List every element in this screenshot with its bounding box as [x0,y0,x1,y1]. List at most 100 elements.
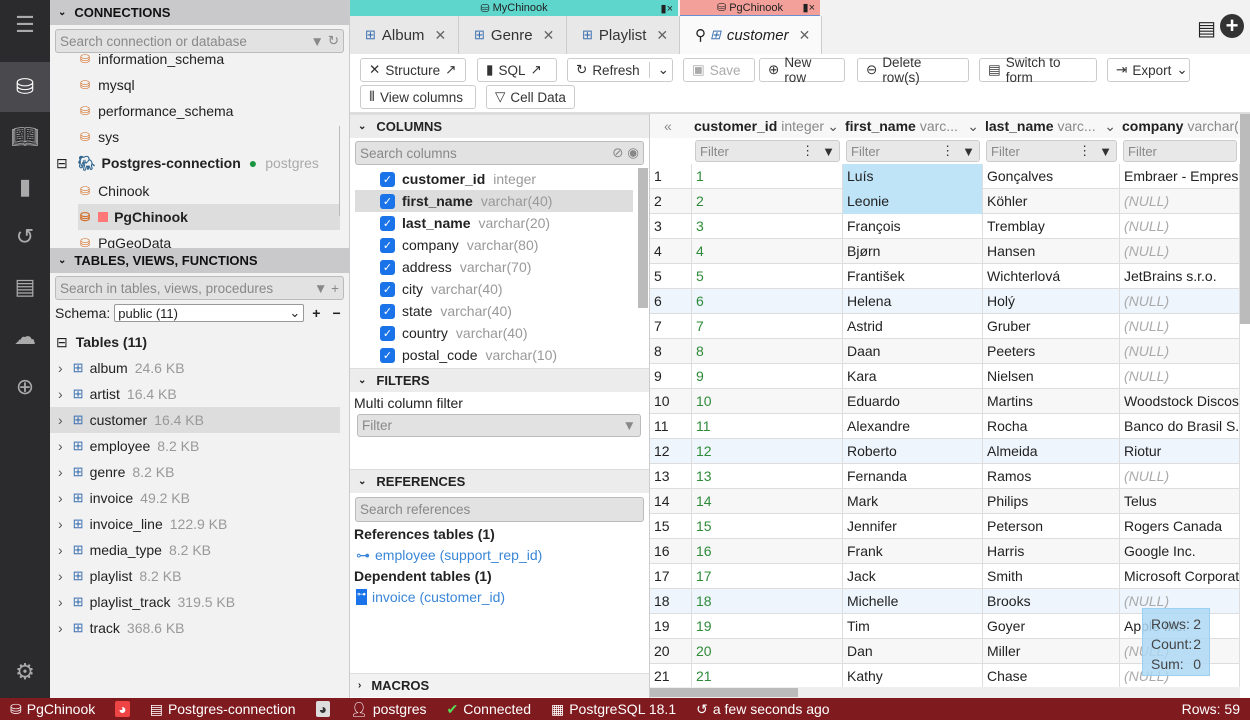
dependent-link[interactable]: ⊶invoice (customer_id) [356,589,505,605]
add-schema-icon[interactable]: + [312,305,320,321]
column-item[interactable]: ✓cityvarchar(40) [355,278,633,300]
table-cell[interactable]: 11 [692,414,843,439]
tab-album[interactable]: ⊞Album✕ [350,16,459,54]
table-cell[interactable]: 3 [692,214,843,239]
column-item[interactable]: ✓first_namevarchar(40) [355,190,633,212]
table-cell[interactable]: Daan [843,339,983,364]
macros-header[interactable]: ›MACROS [350,673,649,697]
pin-icon[interactable]: ⚲ [695,26,706,44]
table-cell[interactable]: Tremblay [983,214,1120,239]
table-cell[interactable]: Gonçalves [983,164,1120,189]
file-icon[interactable]: ▮ [0,162,50,212]
table-cell[interactable]: Harris [983,539,1120,564]
table-item[interactable]: ›⊞customer16.4 KB [50,407,340,433]
sort-menu-icon[interactable]: ⌄ [1104,118,1116,135]
table-cell[interactable]: Holý [983,289,1120,314]
table-cell[interactable]: 12 [692,439,843,464]
column-item[interactable]: ✓statevarchar(40) [355,300,633,322]
table-row[interactable]: 33FrançoisTremblay(NULL) [650,214,1240,239]
more-icon[interactable]: ⋮ [941,143,954,159]
table-row[interactable]: 44BjørnHansen(NULL) [650,239,1240,264]
expand-icon[interactable]: › [58,412,63,428]
collapse-panel-icon[interactable]: « [664,114,672,138]
remove-schema-icon[interactable]: − [332,305,340,321]
connections-header[interactable]: ⌄CONNECTIONS [50,0,349,25]
column-checkbox[interactable]: ✓ [380,216,395,231]
table-cell[interactable]: Rocha [983,414,1120,439]
table-cell[interactable]: Embraer - Empresa [1120,164,1240,189]
table-cell[interactable]: Luís [843,164,983,189]
column-item[interactable]: ✓postal_codevarchar(10) [355,344,633,366]
tables-group[interactable]: ⊟Tables (11) [50,329,340,355]
table-cell[interactable]: Goyer [983,614,1120,639]
table-cell[interactable]: JetBrains s.r.o. [1120,264,1240,289]
filter-icon[interactable]: ▼ [1099,144,1112,159]
table-cell[interactable]: Martins [983,389,1120,414]
expand-icon[interactable]: › [58,516,63,532]
table-cell[interactable]: 2 [692,189,843,214]
table-cell[interactable]: Rogers Canada [1120,514,1240,539]
more-icon[interactable]: ⋮ [1078,143,1091,159]
switch-to-form-button[interactable]: ▤Switch to form [979,58,1097,82]
new-tab-icon[interactable]: + [1220,14,1244,38]
db-color-icon[interactable]: ◕ [115,701,129,717]
table-row[interactable]: 88DaanPeeters(NULL) [650,339,1240,364]
refresh-icon[interactable]: ↻ [328,33,339,49]
expand-icon[interactable]: › [58,542,63,558]
vertical-scrollbar[interactable] [1240,114,1250,324]
references-header[interactable]: ⌄REFERENCES [350,469,649,493]
new-row-button[interactable]: ⊕New row [759,58,845,82]
table-cell[interactable]: (NULL) [1120,289,1240,314]
add-icon[interactable]: ⊕ [0,362,50,412]
export-button[interactable]: ⇥Export⌄ [1107,58,1190,82]
table-item[interactable]: ›⊞album24.6 KB [50,355,340,381]
expand-icon[interactable]: › [58,386,63,402]
tab-customer[interactable]: ⚲⊞customer✕ [680,16,822,54]
table-row[interactable]: 1212RobertoAlmeidaRiotur [650,439,1240,464]
column-item[interactable]: ✓addressvarchar(70) [355,256,633,278]
tree-item-db[interactable]: ⛁information_schema [50,54,340,72]
tables-header[interactable]: ⌄TABLES, VIEWS, FUNCTIONS [50,248,350,273]
table-item[interactable]: ›⊞invoice_line122.9 KB [50,511,340,537]
table-item[interactable]: ›⊞playlist_track319.5 KB [50,589,340,615]
table-cell[interactable]: Smith [983,564,1120,589]
table-cell[interactable]: Miller [983,639,1120,664]
column-filter-input[interactable]: Filter⋮▼ [846,138,980,164]
table-cell[interactable]: Fernanda [843,464,983,489]
table-cell[interactable]: Helena [843,289,983,314]
split-view-icon[interactable]: ▤ [1197,16,1216,41]
status-db[interactable]: ⛁PgChinook [10,701,95,718]
column-header[interactable]: first_namevarc...⌄ [845,114,981,138]
table-cell[interactable]: (NULL) [1120,314,1240,339]
column-checkbox[interactable]: ✓ [380,238,395,253]
close-icon[interactable]: ✕ [543,27,555,44]
table-search-input[interactable]: Search in tables, views, procedures▼ + [55,276,344,300]
table-cell[interactable]: Michelle [843,589,983,614]
table-cell[interactable]: 8 [692,339,843,364]
close-icon[interactable]: ✕ [656,27,668,44]
table-cell[interactable]: 18 [692,589,843,614]
collapse-icon[interactable]: ⊟ [56,155,68,172]
table-cell[interactable]: Philips [983,489,1120,514]
filter-icon[interactable]: ▼ [311,34,324,49]
filter-icon[interactable]: ▼ [962,144,975,159]
table-cell[interactable]: Woodstock Discos [1120,389,1240,414]
table-row[interactable]: 1616FrankHarrisGoogle Inc. [650,539,1240,564]
expand-icon[interactable]: › [58,568,63,584]
column-item[interactable]: ✓companyvarchar(80) [355,234,633,256]
close-group-icon[interactable]: ▮× [803,1,815,14]
structure-button[interactable]: ✕Structure↗ [360,58,466,82]
table-cell[interactable]: (NULL) [1120,339,1240,364]
table-cell[interactable]: Brooks [983,589,1120,614]
delete-rows-button[interactable]: ⊖Delete row(s) [857,58,969,82]
table-item[interactable]: ›⊞playlist8.2 KB [50,563,340,589]
database-icon[interactable]: ⛁ [0,62,50,112]
tree-item-db[interactable]: ⛁performance_schema [50,98,340,124]
table-cell[interactable]: Frank [843,539,983,564]
expand-icon[interactable]: › [58,594,63,610]
table-cell[interactable]: (NULL) [1120,464,1240,489]
scrollbar[interactable] [339,126,340,216]
more-icon[interactable]: ⋮ [801,143,814,159]
table-cell[interactable]: 19 [692,614,843,639]
cloud-icon[interactable]: ☁ [0,312,50,362]
